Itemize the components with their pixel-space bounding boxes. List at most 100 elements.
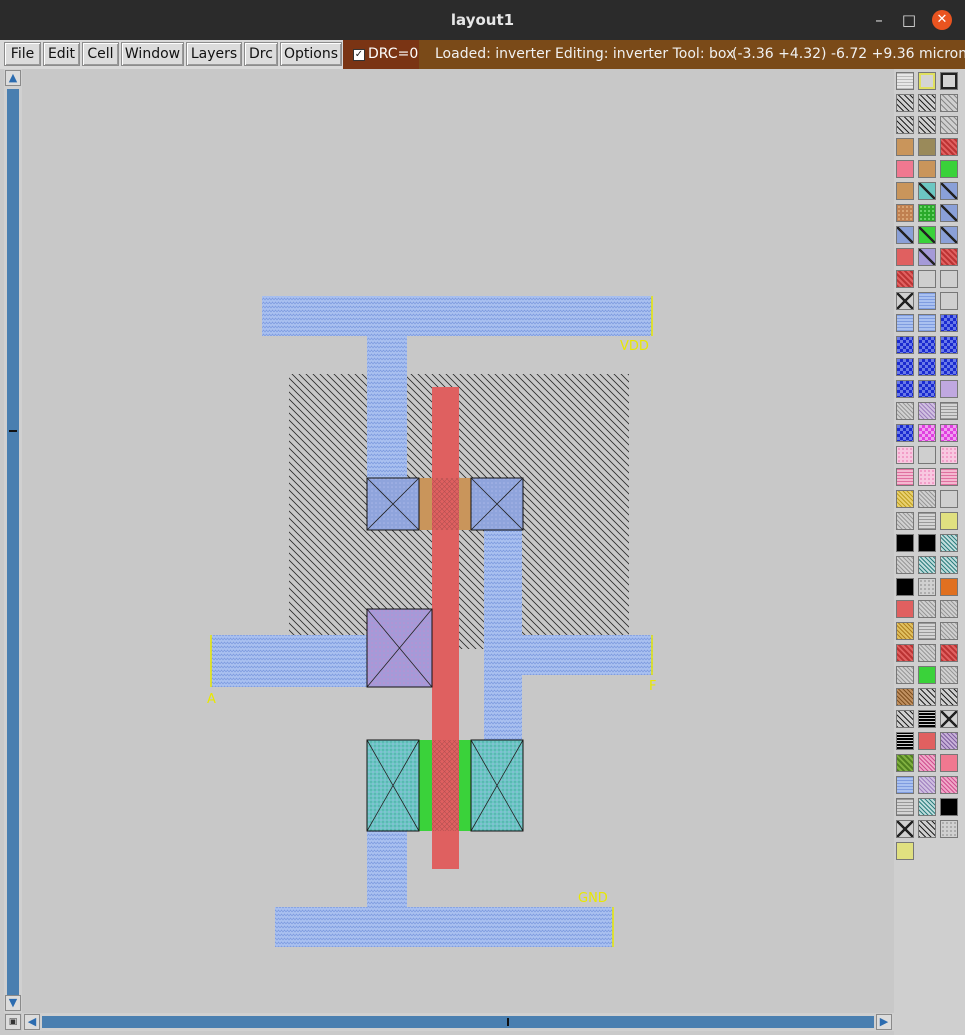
layer-swatch-gray-hatch-icon[interactable]: [918, 600, 936, 618]
layer-swatch-gray-icon[interactable]: [940, 292, 958, 310]
layer-swatch-gray-stripe-icon[interactable]: [918, 512, 936, 530]
layer-swatch-gray-hatch-icon[interactable]: [896, 512, 914, 530]
layer-swatch-blue-check-icon[interactable]: [918, 358, 936, 376]
layer-swatch-red-icon[interactable]: [896, 600, 914, 618]
layer-swatch-black-x-icon[interactable]: [896, 820, 914, 838]
layer-swatch-gray-hatch-icon[interactable]: [940, 622, 958, 640]
layer-swatch-hatch-dark-icon[interactable]: [918, 688, 936, 706]
layer-swatch-blue-check-icon[interactable]: [918, 380, 936, 398]
layer-swatch-black-icon[interactable]: [896, 534, 914, 552]
layer-swatch-green-x-icon[interactable]: [918, 226, 936, 244]
layer-swatch-gray-hatch-icon[interactable]: [918, 490, 936, 508]
layer-swatch-purple-hatch-icon[interactable]: [940, 732, 958, 750]
layer-swatch-hatch-gray-icon[interactable]: [940, 116, 958, 134]
layer-swatch-blue-check-icon[interactable]: [896, 380, 914, 398]
layer-swatch-gray-icon[interactable]: [918, 270, 936, 288]
layer-swatch-teal-hatch-icon[interactable]: [918, 556, 936, 574]
scroll-left-icon[interactable]: ◀: [24, 1014, 40, 1030]
horizontal-scrollbar[interactable]: ◀ ▶: [22, 1013, 894, 1031]
layer-swatch-teal-hatch-icon[interactable]: [940, 534, 958, 552]
layer-swatch-gray-hatch-icon[interactable]: [940, 600, 958, 618]
layer-swatch-hatch-dark-icon[interactable]: [896, 710, 914, 728]
vertical-scroll-trough[interactable]: [7, 89, 19, 995]
layer-swatch-blue-check-icon[interactable]: [918, 336, 936, 354]
layer-swatch-magenta-icon[interactable]: [940, 424, 958, 442]
layer-swatch-grid-icon[interactable]: [896, 72, 914, 90]
layer-swatch-black-icon[interactable]: [896, 578, 914, 596]
menu-window[interactable]: Window: [121, 42, 184, 66]
layer-swatch-tan-dots-icon[interactable]: [896, 204, 914, 222]
layer-swatch-hatch-dark-icon[interactable]: [918, 94, 936, 112]
layer-swatch-blue-x-icon[interactable]: [940, 204, 958, 222]
layer-swatch-gray-icon[interactable]: [940, 270, 958, 288]
layer-swatch-cyan-x-icon[interactable]: [918, 182, 936, 200]
layer-swatch-gray-hatch-icon[interactable]: [896, 666, 914, 684]
layer-swatch-violet-hatch-icon[interactable]: [918, 402, 936, 420]
layer-swatch-blue-check-icon[interactable]: [896, 336, 914, 354]
menu-cell[interactable]: Cell: [82, 42, 119, 66]
layer-swatch-violet-icon[interactable]: [940, 380, 958, 398]
layer-swatch-purple-x-icon[interactable]: [918, 248, 936, 266]
layer-swatch-blue-stripe-icon[interactable]: [918, 292, 936, 310]
layer-swatch-hatch-dark-icon[interactable]: [918, 820, 936, 838]
menu-edit[interactable]: Edit: [43, 42, 80, 66]
layer-swatch-blue-check-icon[interactable]: [896, 424, 914, 442]
layer-swatch-gold-hatch-icon[interactable]: [896, 622, 914, 640]
layer-swatch-black-icon[interactable]: [940, 798, 958, 816]
layer-swatch-pink-stripe-icon[interactable]: [896, 468, 914, 486]
horizontal-scroll-thumb[interactable]: [507, 1018, 509, 1026]
layer-swatch-hatch-gray-icon[interactable]: [940, 94, 958, 112]
drc-toggle[interactable]: ✓ DRC=0: [343, 40, 419, 69]
vertical-scroll-thumb[interactable]: [9, 430, 17, 432]
layer-swatch-black-x-icon[interactable]: [896, 292, 914, 310]
layer-swatch-magenta-icon[interactable]: [918, 424, 936, 442]
layer-swatch-olive-green-icon[interactable]: [896, 754, 914, 772]
layer-swatch-red-icon[interactable]: [896, 248, 914, 266]
layer-swatch-black-lines-icon[interactable]: [896, 732, 914, 750]
layer-swatch-hatch-dark-icon[interactable]: [940, 688, 958, 706]
layer-swatch-blue-stripe-icon[interactable]: [896, 776, 914, 794]
layer-swatch-outline-yellow-icon[interactable]: [918, 72, 936, 90]
layer-swatch-gray-hatch-icon[interactable]: [918, 644, 936, 662]
layer-swatch-teal-hatch-icon[interactable]: [918, 798, 936, 816]
layer-swatch-tan-icon[interactable]: [918, 160, 936, 178]
layer-swatch-blue-check-icon[interactable]: [940, 336, 958, 354]
layer-swatch-hatch-dark-icon[interactable]: [896, 94, 914, 112]
layer-swatch-dotted-icon[interactable]: [918, 578, 936, 596]
layer-swatch-black-x-icon[interactable]: [940, 710, 958, 728]
layer-swatch-yellow-pattern-icon[interactable]: [896, 490, 914, 508]
menu-layers[interactable]: Layers: [186, 42, 242, 66]
layer-swatch-pink-hatch-icon[interactable]: [940, 776, 958, 794]
layer-swatch-violet-hatch-icon[interactable]: [918, 776, 936, 794]
layer-swatch-outline-black-icon[interactable]: [940, 72, 958, 90]
layer-swatch-red-icon[interactable]: [918, 732, 936, 750]
layer-swatch-blue-x-icon[interactable]: [940, 226, 958, 244]
layer-swatch-pink-hatch-icon[interactable]: [918, 754, 936, 772]
checkbox-check-icon[interactable]: ✓: [353, 49, 365, 61]
layer-swatch-tan-icon[interactable]: [896, 138, 914, 156]
layer-swatch-blue-x-icon[interactable]: [940, 182, 958, 200]
layer-swatch-red-hatch-icon[interactable]: [940, 138, 958, 156]
scroll-down-icon[interactable]: ▼: [5, 995, 21, 1011]
scroll-right-icon[interactable]: ▶: [876, 1014, 892, 1030]
layer-swatch-red-hatch-icon[interactable]: [896, 644, 914, 662]
menu-drc[interactable]: Drc: [244, 42, 278, 66]
maximize-icon[interactable]: □: [899, 10, 919, 30]
layer-swatch-yellow-light-icon[interactable]: [896, 842, 914, 860]
horizontal-scroll-trough[interactable]: [42, 1016, 874, 1028]
layer-swatch-gray-stripe-icon[interactable]: [940, 402, 958, 420]
layer-swatch-blue-x-icon[interactable]: [896, 226, 914, 244]
layer-swatch-blue-check-icon[interactable]: [940, 358, 958, 376]
layer-swatch-gray-hatch-icon[interactable]: [896, 556, 914, 574]
layer-swatch-gray-hatch-icon[interactable]: [896, 402, 914, 420]
layer-swatch-green-icon[interactable]: [940, 160, 958, 178]
layer-swatch-red-hatch-icon[interactable]: [940, 644, 958, 662]
menu-options[interactable]: Options: [280, 42, 342, 66]
layer-swatch-pink-dots-icon[interactable]: [940, 446, 958, 464]
layer-swatch-gray-stripe-icon[interactable]: [896, 798, 914, 816]
corner-box-icon[interactable]: ▣: [5, 1014, 21, 1030]
scroll-up-icon[interactable]: ▲: [5, 70, 21, 86]
layer-swatch-brown-hatch-icon[interactable]: [896, 688, 914, 706]
close-icon[interactable]: ✕: [932, 10, 952, 30]
vertical-scrollbar[interactable]: ▲ ▼: [4, 69, 22, 1013]
